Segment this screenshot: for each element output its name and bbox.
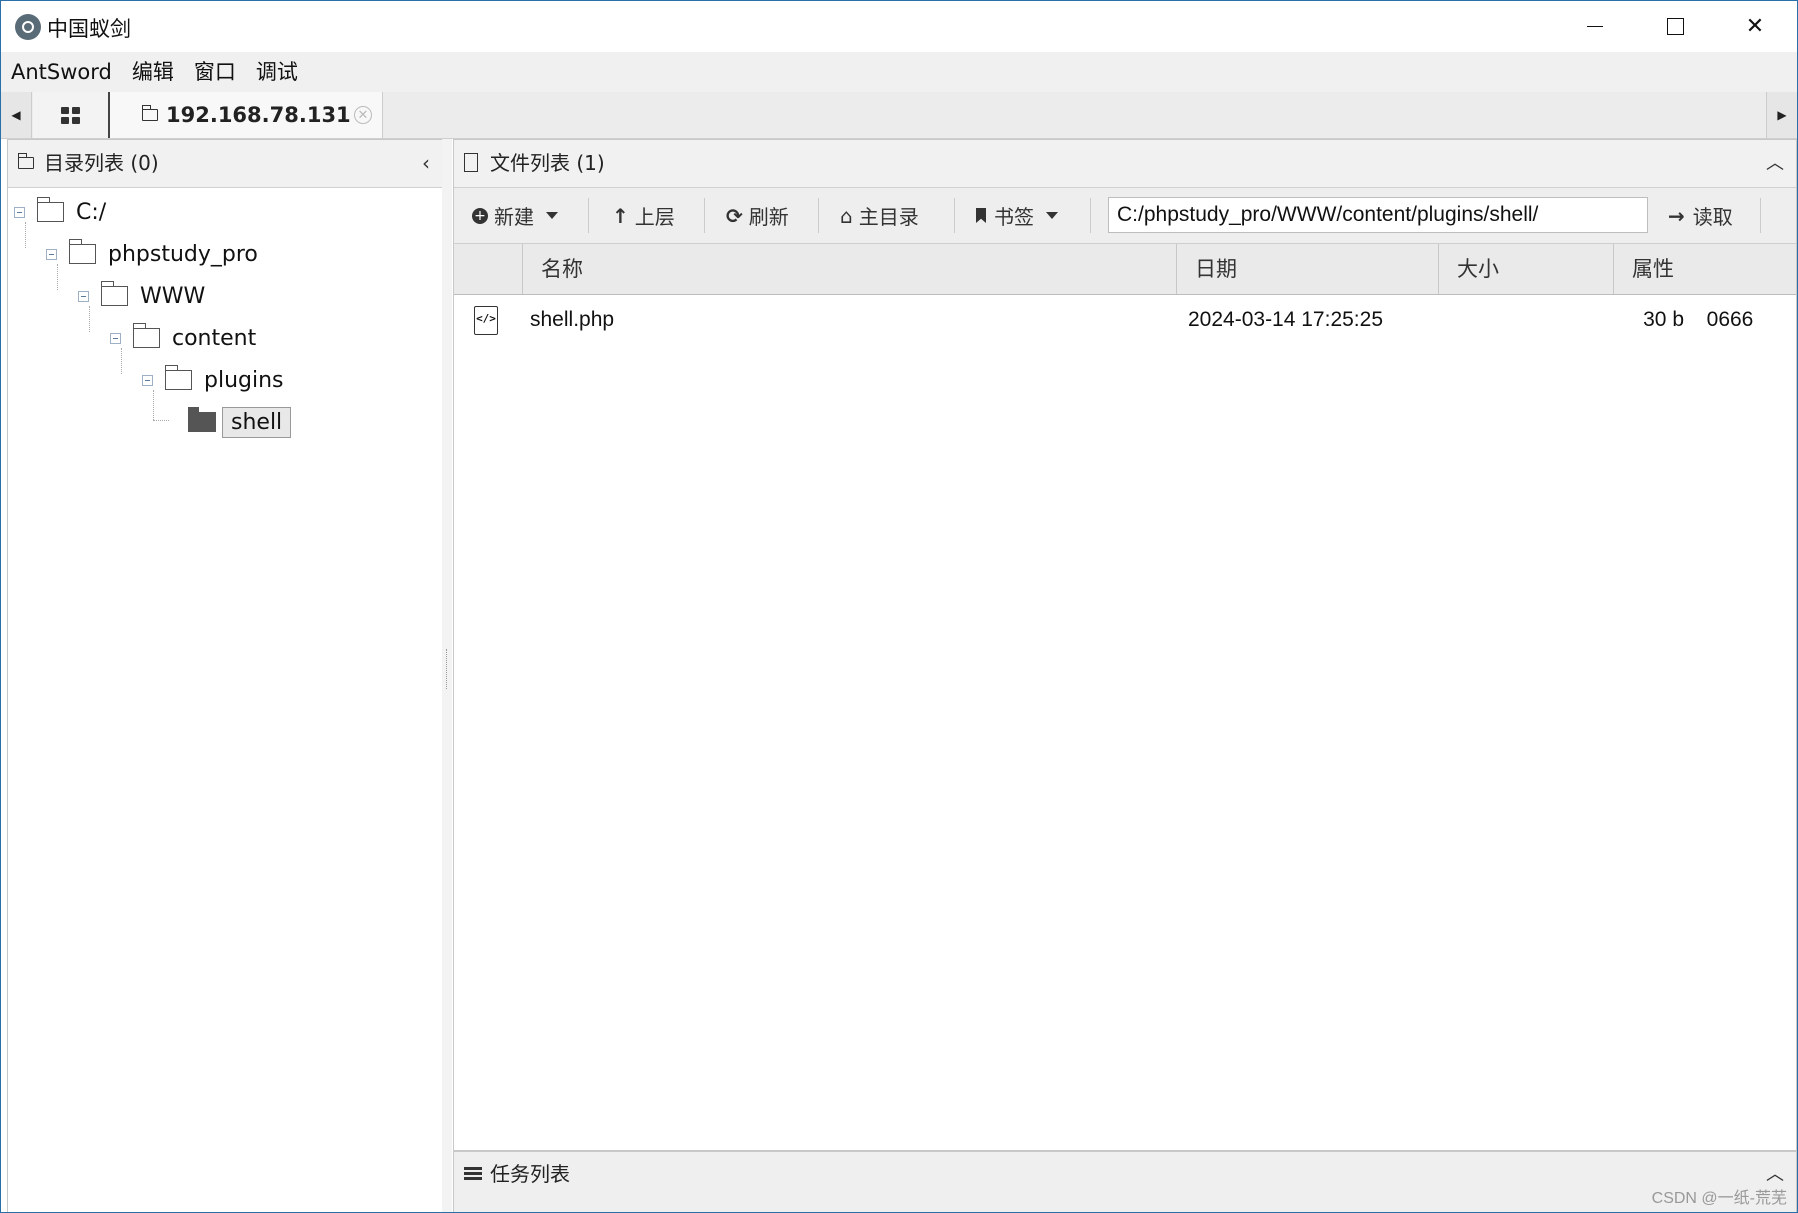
folder-icon	[17, 153, 34, 169]
menu-debug[interactable]: 调试	[246, 52, 308, 92]
up-button[interactable]: ↑ 上层	[612, 188, 675, 243]
file-icon	[464, 153, 478, 172]
file-table-header: 名称 日期 大小 属性	[454, 244, 1796, 295]
folder-icon	[36, 197, 64, 222]
title-bar: 中国蚁剑 ✕	[1, 1, 1797, 52]
chevron-down-icon	[1046, 212, 1058, 219]
path-input[interactable]	[1108, 197, 1648, 233]
close-button[interactable]: ✕	[1715, 1, 1795, 52]
tree-node-content[interactable]: content	[110, 320, 256, 356]
file-toolbar: + 新建 ↑ 上层 ⟳ 刷新 ⌂ 主目录 书签 C:/phpstudy_pro/…	[454, 188, 1796, 244]
tab-home[interactable]	[33, 92, 110, 138]
collapse-up-icon[interactable]: ︿	[1766, 140, 1784, 187]
file-list-header: 文件列表 (1) ︿	[454, 140, 1796, 188]
grid-icon	[61, 106, 80, 124]
read-button[interactable]: → 读取	[1668, 188, 1733, 243]
antsword-window: 中国蚁剑 ✕ AntSword 编辑 窗口 调试 ◀ 192.168.78.131 ✕…	[0, 0, 1798, 1213]
refresh-icon: ⟳	[726, 203, 743, 228]
collapse-node-icon[interactable]	[78, 290, 89, 302]
refresh-button-label: 刷新	[748, 205, 789, 229]
tree-node-shell[interactable]: shell	[188, 404, 292, 440]
watermark: CSDN @一纸-荒芜	[1651, 1190, 1787, 1207]
read-button-label: 读取	[1692, 205, 1733, 229]
bookmark-button-label: 书签	[994, 205, 1034, 229]
menu-window[interactable]: 窗口	[184, 52, 246, 92]
bookmark-button[interactable]: 书签	[976, 188, 1058, 243]
tab-file-manager[interactable]: 192.168.78.131 ✕	[110, 92, 383, 138]
tab-scroll-right-button[interactable]: ▶	[1766, 92, 1797, 138]
minimize-button[interactable]	[1555, 1, 1635, 52]
collapse-left-icon[interactable]: ‹	[422, 140, 430, 187]
window-title: 中国蚁剑	[47, 17, 131, 41]
collapse-node-icon[interactable]	[110, 332, 121, 344]
folder-open-icon	[188, 407, 216, 432]
task-list-panel: 任务列表 ︿	[453, 1151, 1797, 1212]
close-icon: ✕	[1745, 14, 1765, 39]
directory-panel-title: 目录列表 (0)	[44, 151, 159, 175]
directory-panel: 目录列表 (0) ‹ C:/ phpstudy_pro WWW content …	[7, 139, 443, 1212]
tab-label: 192.168.78.131	[166, 103, 351, 127]
tree-node-label: WWW	[140, 283, 206, 309]
antsword-logo-icon	[15, 14, 41, 40]
folder-icon	[100, 281, 128, 306]
task-list-title: 任务列表	[490, 1162, 570, 1186]
chevron-down-icon	[546, 212, 558, 219]
file-date-cell: 2024-03-14 17:25:25	[1188, 308, 1383, 331]
tree-node-label: plugins	[204, 367, 284, 393]
tree-node-www[interactable]: WWW	[78, 278, 205, 314]
maximize-icon	[1666, 18, 1684, 35]
home-button-label: 主目录	[858, 205, 919, 229]
folder-icon	[164, 365, 192, 390]
collapse-node-icon[interactable]	[46, 248, 57, 260]
folder-icon	[141, 105, 158, 121]
table-row[interactable]: </> shell.php 2024-03-14 17:25:25 30 b 0…	[454, 295, 1796, 345]
tree-node-label: content	[172, 325, 257, 351]
new-button-label: 新建	[494, 205, 534, 229]
folder-icon	[132, 323, 160, 348]
tree-node-phpstudy-pro[interactable]: phpstudy_pro	[46, 236, 258, 272]
menu-antsword[interactable]: AntSword	[1, 52, 122, 92]
collapse-node-icon[interactable]	[14, 206, 25, 218]
tree-node-c-drive[interactable]: C:/	[14, 194, 106, 230]
home-icon: ⌂	[840, 203, 853, 228]
tab-scroll-left-button[interactable]: ◀	[1, 92, 32, 138]
column-header-size[interactable]: 大小	[1438, 244, 1613, 294]
arrow-right-icon: →	[1668, 203, 1685, 228]
expand-up-icon[interactable]: ︿	[1766, 1160, 1784, 1186]
refresh-button[interactable]: ⟳ 刷新	[726, 188, 789, 243]
panel-splitter[interactable]	[442, 139, 452, 1212]
collapse-node-icon[interactable]	[142, 374, 153, 386]
menu-edit[interactable]: 编辑	[122, 52, 184, 92]
home-button[interactable]: ⌂ 主目录	[840, 188, 919, 243]
file-list-panel: 文件列表 (1) ︿ + 新建 ↑ 上层 ⟳ 刷新 ⌂ 主目录 书签 C:/ph…	[453, 139, 1797, 1151]
tree-node-label: phpstudy_pro	[108, 241, 258, 267]
plus-circle-icon: +	[472, 207, 488, 224]
file-attr-cell: 0666	[1706, 308, 1754, 331]
new-button[interactable]: + 新建	[472, 188, 558, 243]
php-file-icon: </>	[474, 306, 498, 335]
directory-panel-header: 目录列表 (0) ‹	[8, 140, 442, 188]
file-name-cell: shell.php	[530, 308, 615, 331]
tab-close-icon[interactable]: ✕	[354, 106, 372, 124]
column-header-date[interactable]: 日期	[1176, 244, 1438, 294]
arrow-up-icon: ↑	[612, 203, 629, 228]
file-list-title: 文件列表 (1)	[490, 151, 605, 175]
column-header-name[interactable]: 名称	[522, 244, 1176, 294]
tree-node-label-selected: shell	[222, 406, 292, 438]
maximize-button[interactable]	[1635, 1, 1715, 52]
bookmark-icon	[976, 208, 986, 223]
column-header-attr[interactable]: 属性	[1613, 244, 1796, 294]
file-size-cell: 30 b	[1643, 308, 1684, 331]
tree-node-plugins[interactable]: plugins	[142, 362, 284, 398]
up-button-label: 上层	[634, 205, 675, 229]
tree-node-label: C:/	[76, 199, 107, 225]
folder-icon	[68, 239, 96, 264]
minimize-icon	[1587, 26, 1603, 27]
tab-bar: ◀ 192.168.78.131 ✕ ▶	[1, 92, 1797, 139]
list-icon	[464, 1167, 482, 1182]
menu-bar: AntSword 编辑 窗口 调试	[1, 52, 1797, 93]
